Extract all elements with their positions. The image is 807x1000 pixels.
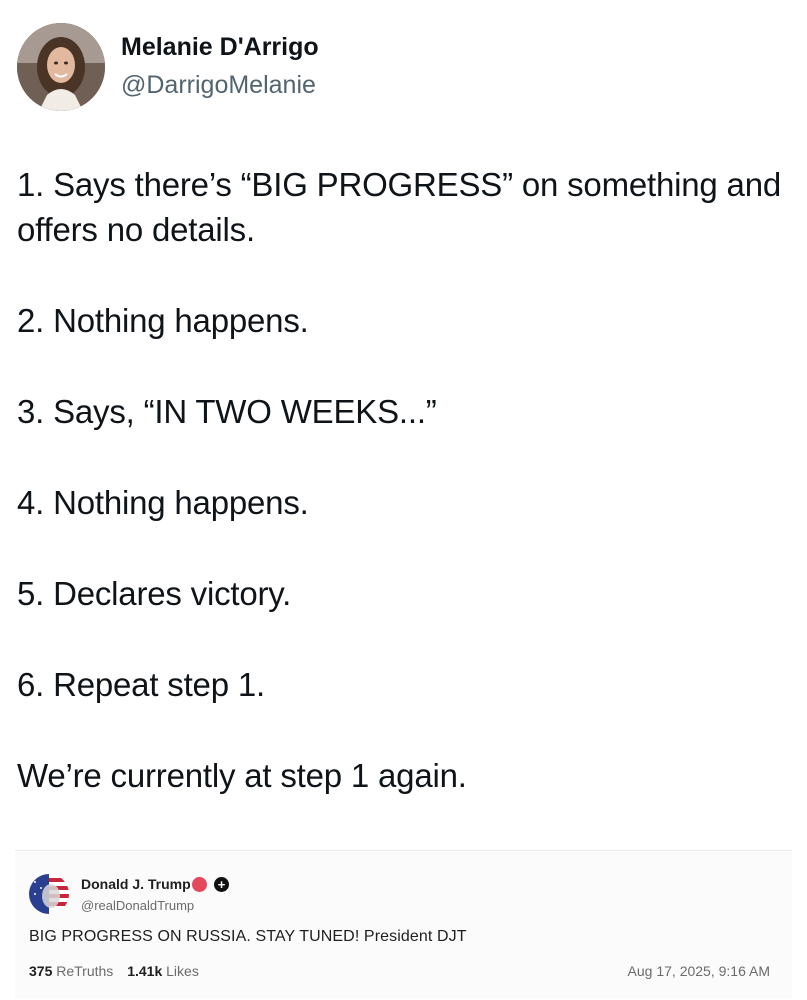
quoted-author-name[interactable]: Donald J. Trump — [81, 876, 191, 892]
quoted-post-stats: 375 ReTruths 1.41k Likes — [29, 963, 209, 979]
tweet-line: 6. Repeat step 1. — [17, 666, 265, 703]
tweet-line: 4. Nothing happens. — [17, 484, 309, 521]
tweet-line: 2. Nothing happens. — [17, 302, 309, 339]
author-name[interactable]: Melanie D'Arrigo — [121, 33, 319, 62]
likes-stat[interactable]: 1.41k Likes — [127, 963, 199, 979]
likes-count: 1.41k — [127, 963, 163, 979]
quoted-post-timestamp[interactable]: Aug 17, 2025, 9:16 AM — [628, 963, 770, 979]
avatar-photo — [17, 23, 105, 111]
tweet-line: We’re currently at step 1 again. — [17, 757, 467, 794]
quoted-avatar-image — [29, 874, 69, 914]
tweet-line: 5. Declares victory. — [17, 575, 292, 612]
author-avatar[interactable] — [17, 23, 105, 111]
quoted-author-handle[interactable]: @realDonaldTrump — [81, 898, 194, 913]
likes-label: Likes — [166, 963, 199, 979]
quoted-post[interactable]: Donald J. Trump + @realDonaldTrump BIG P… — [15, 850, 792, 999]
verified-badge-icon — [192, 877, 207, 892]
retruths-count: 375 — [29, 963, 53, 979]
tweet-line: 3. Says, “IN TWO WEEKS...” — [17, 393, 437, 430]
plus-icon: + — [214, 877, 229, 892]
quoted-post-text: BIG PROGRESS ON RUSSIA. STAY TUNED! Pres… — [29, 928, 467, 945]
quoted-author-avatar[interactable] — [29, 874, 69, 914]
author-handle[interactable]: @DarrigoMelanie — [121, 71, 316, 100]
tweet-line: 1. Says there’s “BIG PROGRESS” on someth… — [17, 166, 790, 248]
tweet-text: 1. Says there’s “BIG PROGRESS” on someth… — [17, 162, 797, 798]
retruths-stat[interactable]: 375 ReTruths — [29, 963, 113, 979]
retruths-label: ReTruths — [56, 963, 114, 979]
